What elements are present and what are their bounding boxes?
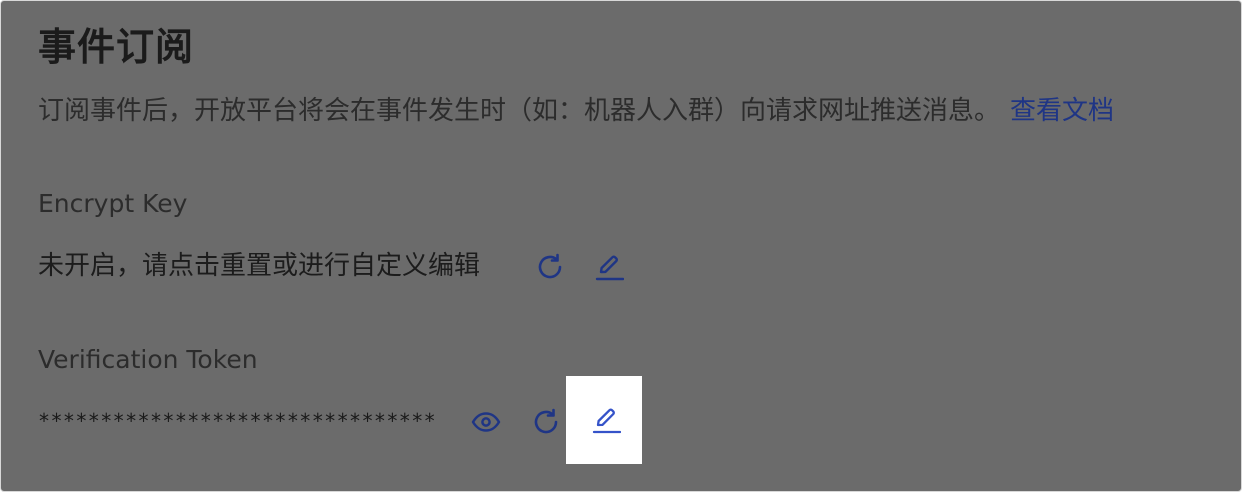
encrypt-key-status: 未开启，请点击重置或进行自定义编辑: [38, 251, 481, 281]
event-subscription-panel: 事件订阅 订阅事件后，开放平台将会在事件发生时（如：机器人入群）向请求网址推送消…: [0, 0, 1242, 492]
verification-token-show-button[interactable]: [470, 406, 502, 438]
refresh-icon: [531, 407, 561, 437]
page-title: 事件订阅: [38, 25, 195, 69]
view-docs-link[interactable]: 查看文档: [1010, 96, 1114, 126]
encrypt-key-label: Encrypt Key: [38, 189, 188, 218]
encrypt-key-reset-button[interactable]: [534, 251, 566, 283]
section-description: 订阅事件后，开放平台将会在事件发生时（如：机器人入群）向请求网址推送消息。 查看文…: [38, 93, 1114, 129]
description-text: 订阅事件后，开放平台将会在事件发生时（如：机器人入群）向请求网址推送消息。: [38, 96, 1001, 126]
encrypt-key-edit-button[interactable]: [593, 251, 625, 283]
edit-icon: [591, 405, 621, 435]
edit-icon: [594, 252, 624, 282]
verification-token-value: ********************************: [38, 409, 437, 433]
verification-token-label: Verification Token: [38, 345, 258, 374]
eye-icon: [470, 407, 502, 437]
refresh-icon: [535, 252, 565, 282]
verification-token-reset-button[interactable]: [530, 406, 562, 438]
verification-token-edit-button[interactable]: [590, 404, 622, 436]
